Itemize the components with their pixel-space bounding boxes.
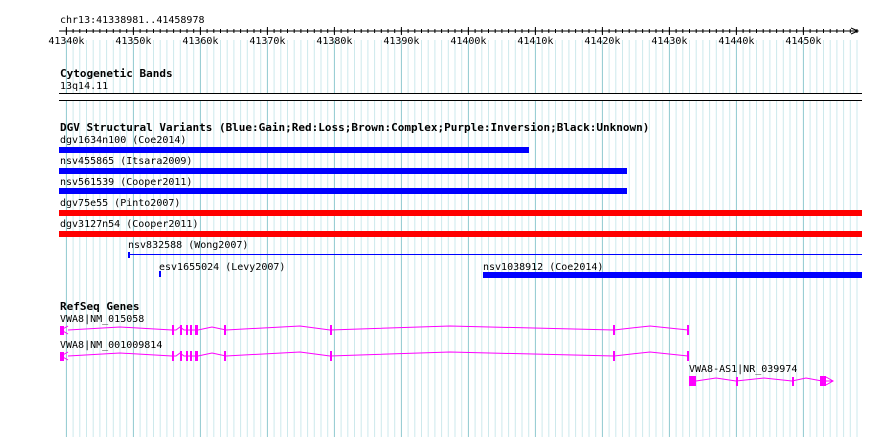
variant-start-tick <box>128 252 130 258</box>
variant-bar-gain[interactable] <box>59 147 529 153</box>
gene-model-vwa8-nm015058[interactable] <box>0 323 890 337</box>
variant-label[interactable]: dgv3127n54 (Cooper2011) <box>60 219 198 230</box>
variant-label[interactable]: dgv1634n100 (Coe2014) <box>60 135 186 146</box>
variant-label[interactable]: nsv561539 (Cooper2011) <box>60 177 192 188</box>
ruler-tick-label: 41450k <box>785 36 821 47</box>
variant-bar-loss[interactable] <box>59 210 862 216</box>
dgv-track-title: DGV Structural Variants (Blue:Gain;Red:L… <box>60 121 650 134</box>
ruler-tick-label: 41360k <box>182 36 218 47</box>
cytoband-label[interactable]: 13q14.11 <box>60 81 108 92</box>
variant-label[interactable]: nsv455865 (Itsara2009) <box>60 156 192 167</box>
variant-line-gain[interactable] <box>128 254 862 255</box>
ruler-tick-label: 41440k <box>718 36 754 47</box>
variant-label[interactable]: esv1655024 (Levy2007) <box>159 262 285 273</box>
ruler-tick-label: 41350k <box>115 36 151 47</box>
variant-bar-loss[interactable] <box>59 231 862 237</box>
cytoband-track-title: Cytogenetic Bands <box>60 67 173 80</box>
variant-bar-gain[interactable] <box>483 272 862 278</box>
ruler-tick-label: 41410k <box>517 36 553 47</box>
ruler-tick-label: 41370k <box>249 36 285 47</box>
refseq-track-title: RefSeq Genes <box>60 300 140 313</box>
ruler-tick-label: 41400k <box>450 36 486 47</box>
cytoband-bar[interactable] <box>59 93 862 101</box>
ruler-tick-label: 41340k <box>48 36 84 47</box>
gene-model-vwa8-as1[interactable] <box>0 374 890 388</box>
ruler-tick-label: 41420k <box>584 36 620 47</box>
variant-bar-gain[interactable] <box>59 168 627 174</box>
ruler-tick-label: 41390k <box>383 36 419 47</box>
variant-bar-gain[interactable] <box>159 271 161 277</box>
variant-bar-gain[interactable] <box>59 188 627 194</box>
ruler-tick-label: 41430k <box>651 36 687 47</box>
variant-label[interactable]: nsv832588 (Wong2007) <box>128 240 248 251</box>
gene-model-vwa8-nm001009814[interactable] <box>0 349 890 363</box>
ruler-axis: 41340k 41350k 41360k 41370k 41380k 41390k 4140… <box>48 27 860 47</box>
ruler-tick-label: 41380k <box>316 36 352 47</box>
variant-label[interactable]: dgv75e55 (Pinto2007) <box>60 198 180 209</box>
